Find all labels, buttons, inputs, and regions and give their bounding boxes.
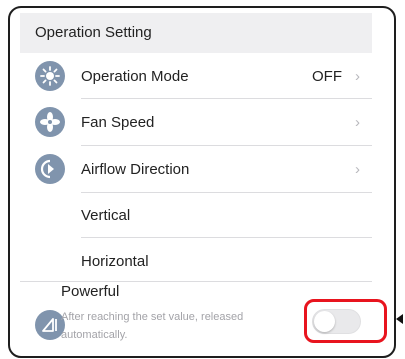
operation-mode-label: Operation Mode xyxy=(81,68,189,85)
section-header: Operation Setting xyxy=(20,13,372,53)
chevron-right-icon: › xyxy=(355,68,360,85)
powerful-label: Powerful xyxy=(61,283,120,300)
chevron-right-icon: › xyxy=(355,161,360,178)
divider xyxy=(81,192,372,193)
fan-icon xyxy=(35,107,65,137)
airflow-vertical-label[interactable]: Vertical xyxy=(81,207,130,224)
operation-mode-row[interactable]: Operation Mode OFF › xyxy=(20,53,372,99)
airflow-direction-row[interactable]: Airflow Direction › xyxy=(20,146,372,192)
divider xyxy=(81,237,372,238)
pointer-arrow-icon xyxy=(396,314,403,324)
airflow-direction-label: Airflow Direction xyxy=(81,161,190,178)
powerful-description: After reaching the set value, released a… xyxy=(61,311,244,341)
airflow-horizontal-label[interactable]: Horizontal xyxy=(81,253,149,270)
highlight-box xyxy=(304,299,387,343)
fan-speed-row[interactable]: Fan Speed › xyxy=(20,99,372,145)
chevron-right-icon: › xyxy=(355,114,360,131)
fan-speed-label: Fan Speed xyxy=(81,114,155,131)
operation-mode-value: OFF xyxy=(312,68,342,85)
operation-mode-icon xyxy=(35,61,65,91)
section-title: Operation Setting xyxy=(35,24,152,41)
airflow-icon xyxy=(35,154,65,184)
